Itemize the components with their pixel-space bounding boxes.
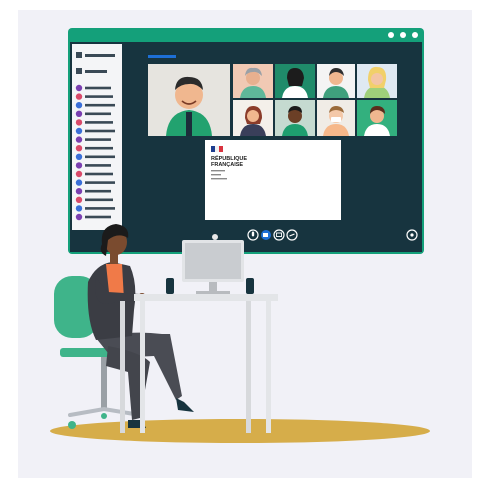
- participant-tile[interactable]: [357, 64, 397, 98]
- document-header-line2: FRANÇAISE: [211, 162, 243, 168]
- video-conference-illustration: RÉPUBLIQUE FRANÇAISE: [50, 28, 430, 443]
- video-call-window: RÉPUBLIQUE FRANÇAISE: [68, 28, 424, 254]
- main-speaker-tile[interactable]: [148, 64, 230, 136]
- active-tab-indicator: [148, 55, 176, 58]
- left-speaker: [166, 278, 174, 294]
- participant-tile[interactable]: [317, 100, 355, 136]
- desktop-monitor: [182, 240, 244, 294]
- participant-tile[interactable]: [317, 64, 355, 98]
- floor-shadow: [50, 419, 430, 443]
- right-speaker: [246, 278, 254, 294]
- participant-tile[interactable]: [233, 100, 273, 136]
- illustration-stage: RÉPUBLIQUE FRANÇAISE: [0, 0, 486, 494]
- desk: [120, 294, 278, 433]
- participant-tile[interactable]: [275, 64, 315, 98]
- flag-white: [215, 146, 219, 152]
- webcam: [212, 234, 218, 240]
- participants-sidebar: [72, 44, 122, 230]
- window-dot-icon[interactable]: [388, 32, 394, 38]
- document-header-line1: RÉPUBLIQUE: [211, 154, 247, 162]
- participant-tile[interactable]: [233, 64, 273, 98]
- window-dot-icon[interactable]: [412, 32, 418, 38]
- window-dot-icon[interactable]: [400, 32, 406, 38]
- participant-tile[interactable]: [275, 100, 315, 136]
- shared-document[interactable]: RÉPUBLIQUE FRANÇAISE: [205, 140, 341, 220]
- flag-red: [219, 146, 223, 152]
- camera-icon[interactable]: [261, 230, 271, 240]
- participant-tile[interactable]: [357, 100, 397, 136]
- flag-blue: [211, 146, 215, 152]
